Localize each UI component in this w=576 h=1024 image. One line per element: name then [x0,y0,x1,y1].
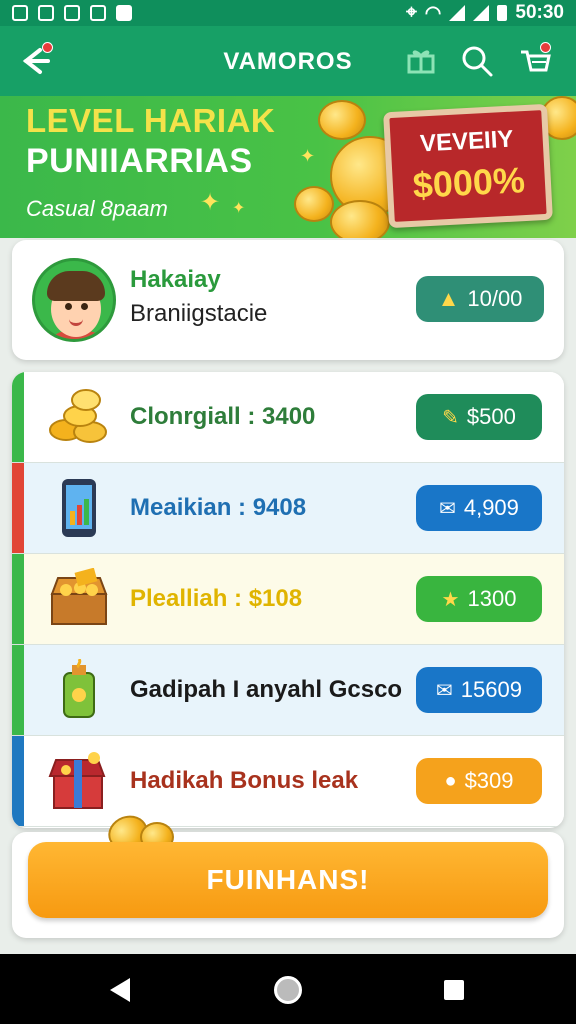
row-accent [12,372,24,462]
mail-icon: ✉ [439,497,456,520]
sparkle-icon: ✦ [200,189,221,216]
reward-claim-button[interactable]: ✎ $500 [416,394,542,440]
reward-row[interactable]: Gadipah I anyahl Gcsco ✉ 15609 [12,645,564,736]
storage-icon [116,5,132,21]
coin-icon [318,100,366,140]
coins-icon [46,386,112,448]
tablet-icon [46,477,112,539]
signal-icon [449,5,466,21]
reward-label: Meaikian : 9408 [130,494,307,521]
profile-subtitle: Braniigstacie [130,300,268,327]
sign-label: VEVEIIY [419,125,515,158]
star-icon: ★ [441,588,460,611]
reward-label: Gadipah I anyahl Gcsco [130,676,403,703]
sale-sign: VEVEIIY $000% [383,103,553,229]
reward-list: Clonrgiall : 3400 ✎ $500 Meaikian : 9408 ✉ 4,… [12,372,564,828]
treasure-icon [46,567,112,630]
reward-value: $500 [466,404,516,429]
coin-icon [330,200,390,238]
primary-action-button[interactable]: FUINHANS! [28,842,548,918]
reward-value: $309 [464,768,514,793]
app-bar: VAMOROS [0,26,576,96]
status-bar: ⌖ ◠ 50:30 [0,0,576,26]
reward-row[interactable]: Meaikian : 9408 ✉ 4,909 [12,463,564,554]
profile-name: Hakaiay [130,266,221,293]
navigation-bar [0,954,576,1024]
reward-value: 15609 [460,677,522,702]
gift-box-icon [46,750,112,812]
notification-icon [12,5,28,21]
row-accent [12,736,24,826]
points-value: 10/00 [467,286,523,311]
cart-button[interactable] [518,42,552,78]
reward-claim-button[interactable]: ● $309 [416,758,542,804]
wifi-icon: ◠ [424,2,442,24]
reward-label: Plealliah : $108 [130,585,303,612]
gift-icon [407,50,435,74]
banner-subtitle: PUNIIARRIAS [26,142,253,180]
search-icon [462,46,493,77]
settings-icon [38,5,54,21]
reward-value: 1300 [467,586,517,611]
action-card: FUINHANS! [12,810,564,938]
reward-label: Clonrgiall : 3400 [130,403,316,430]
reward-claim-button[interactable]: ✉ 15609 [416,667,542,713]
coin-icon [294,186,334,222]
nav-home-button[interactable] [274,976,302,1004]
sync-icon [64,5,80,21]
pen-icon: ✎ [442,406,459,429]
reward-row[interactable]: Clonrgiall : 3400 ✎ $500 [12,372,564,463]
coin-icon: ● [444,769,457,792]
row-accent [12,645,24,735]
cart-badge [540,42,551,53]
reward-claim-button[interactable]: ★ 1300 [416,576,542,622]
potion-icon [46,658,112,721]
reward-claim-button[interactable]: ✉ 4,909 [416,485,542,531]
signal-icon-2 [473,5,490,21]
phone-icon [90,5,106,21]
banner-title: LEVEL HARIAK [26,102,276,139]
reward-value: 4,909 [463,495,519,520]
mail-icon: ✉ [436,679,453,702]
location-icon: ⌖ [406,2,417,23]
nav-back-button[interactable] [110,978,130,1002]
sparkle-icon: ✦ [300,146,316,166]
avatar [32,258,116,342]
status-time: 50:30 [515,2,564,23]
search-button[interactable] [460,44,494,78]
battery-icon [497,5,508,21]
reward-row[interactable]: Plealliah : $108 ★ 1300 [12,554,564,645]
gift-button[interactable] [404,44,438,78]
reward-row[interactable]: Hadikah Bonus leak ● $309 [12,736,564,827]
row-accent [12,463,24,553]
sparkle-icon: ✦ [232,200,246,217]
bell-icon: ▲ [437,286,460,311]
profile-card[interactable]: Hakaiay Braniigstacie ▲ 10/00 [12,240,564,360]
banner-tagline: Casual 8paam [26,196,168,221]
reward-label: Hadikah Bonus leak [130,767,359,794]
sign-amount: $000% [411,159,526,206]
nav-recents-button[interactable] [444,980,464,1000]
points-button[interactable]: ▲ 10/00 [416,276,544,322]
row-accent [12,554,24,644]
promo-banner[interactable]: LEVEL HARIAK PUNIIARRIAS Casual 8paam ✦ … [0,96,576,238]
